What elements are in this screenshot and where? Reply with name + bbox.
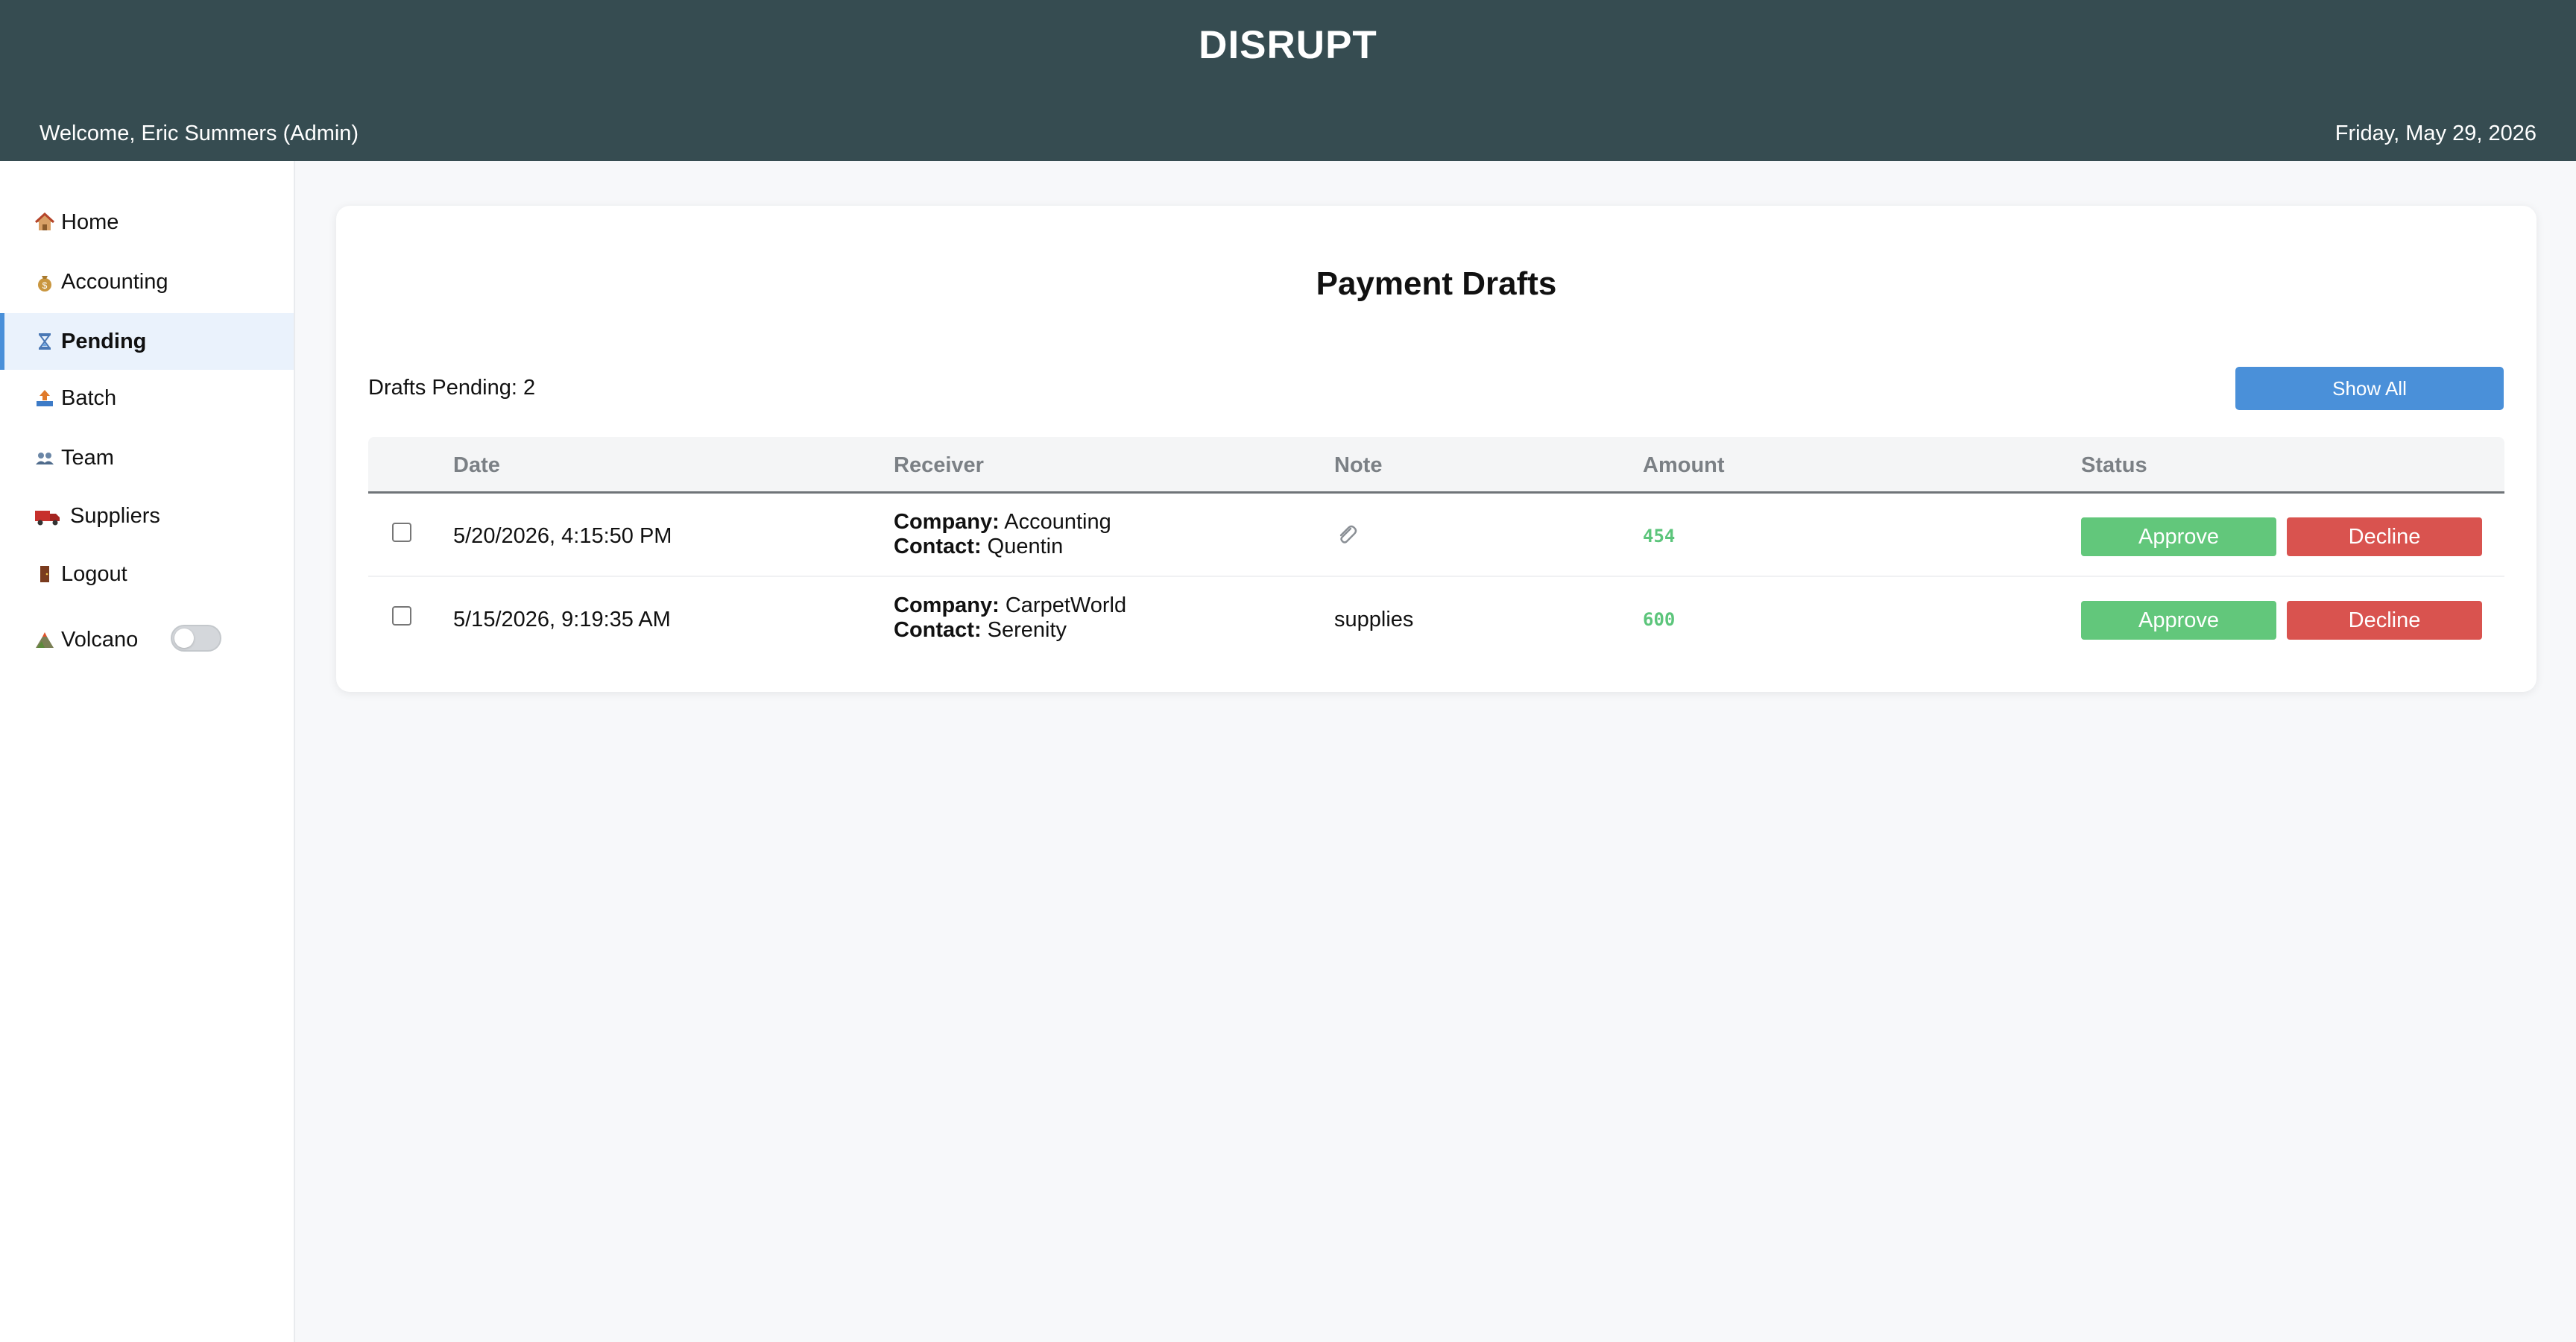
money-bag-icon: $ — [33, 270, 57, 294]
column-header-status: Status — [2081, 453, 2147, 477]
company-label: Company: — [894, 593, 1000, 617]
column-header-receiver: Receiver — [894, 453, 984, 477]
upload-tray-icon — [33, 386, 57, 410]
table-row: 5/20/2026, 4:15:50 PM Company: Accountin… — [368, 495, 2504, 577]
app-brand: DISRUPT — [1199, 23, 1377, 67]
sidebar-item-label: Home — [61, 210, 119, 234]
row-date: 5/15/2026, 9:19:35 AM — [453, 608, 671, 631]
sidebar-item-label: Suppliers — [70, 503, 160, 528]
sidebar-item-volcano: Volcano — [0, 611, 294, 668]
approve-button[interactable]: Approve — [2081, 601, 2276, 640]
sidebar-item-label: Team — [61, 445, 114, 470]
contact-value: Serenity — [987, 618, 1067, 642]
contact-value: Quentin — [987, 535, 1064, 558]
volcano-toggle[interactable] — [171, 625, 221, 652]
sidebar-item-team[interactable]: Team — [0, 429, 294, 486]
row-receiver: Company: Accounting Contact: Quentin — [894, 510, 1111, 559]
row-amount: 600 — [1643, 609, 1676, 630]
svg-text:$: $ — [42, 280, 48, 291]
approve-button[interactable]: Approve — [2081, 517, 2276, 556]
drafts-table: Date Receiver Note Amount Status 5/20/20… — [368, 437, 2504, 661]
column-header-note: Note — [1334, 453, 1383, 477]
sidebar-item-pending[interactable]: Pending — [0, 313, 294, 370]
column-header-amount: Amount — [1643, 453, 1725, 477]
sidebar-item-batch[interactable]: Batch — [0, 370, 294, 426]
paperclip-icon[interactable] — [1334, 522, 1361, 549]
sidebar-item-accounting[interactable]: $ Accounting — [0, 253, 294, 310]
sidebar-item-suppliers[interactable]: Suppliers — [0, 488, 294, 544]
row-date: 5/20/2026, 4:15:50 PM — [453, 524, 672, 548]
sidebar-item-label: Accounting — [61, 269, 168, 294]
drafts-pending-count: Drafts Pending: 2 — [368, 376, 536, 400]
toggle-knob — [174, 629, 194, 648]
show-all-button[interactable]: Show All — [2235, 367, 2504, 410]
row-note: supplies — [1334, 608, 1414, 631]
row-receiver: Company: CarpetWorld Contact: Serenity — [894, 593, 1126, 643]
sidebar-item-home[interactable]: Home — [0, 194, 294, 251]
sidebar-item-label: Volcano — [61, 627, 139, 652]
sidebar-item-label: Batch — [61, 385, 117, 410]
company-value: CarpetWorld — [1005, 593, 1127, 617]
sidebar-item-label: Logout — [61, 561, 127, 586]
row-amount: 454 — [1643, 526, 1676, 546]
top-header: DISRUPT Welcome, Eric Summers (Admin) Fr… — [0, 0, 2576, 161]
sidebar-item-label: Pending — [61, 329, 147, 353]
contact-label: Contact: — [894, 618, 982, 642]
table-header: Date Receiver Note Amount Status — [368, 437, 2504, 494]
welcome-message: Welcome, Eric Summers (Admin) — [40, 122, 359, 145]
column-header-date: Date — [453, 453, 500, 477]
current-date: Friday, May 29, 2026 — [2334, 122, 2536, 145]
contact-label: Contact: — [894, 535, 982, 558]
truck-icon — [33, 504, 63, 528]
page-title: Payment Drafts — [1316, 265, 1557, 302]
sidebar: Home $ Accounting Pending Batch Team Sup… — [0, 161, 295, 1342]
payment-drafts-card: Payment Drafts Drafts Pending: 2 Show Al… — [336, 206, 2536, 692]
sidebar-item-logout[interactable]: Logout — [0, 546, 294, 602]
decline-button[interactable]: Decline — [2287, 601, 2482, 640]
people-icon — [33, 446, 57, 470]
decline-button[interactable]: Decline — [2287, 517, 2482, 556]
volcano-icon — [33, 628, 57, 652]
row-checkbox[interactable] — [392, 606, 411, 626]
door-icon — [33, 562, 57, 586]
hourglass-icon — [33, 330, 57, 353]
company-label: Company: — [894, 510, 1000, 534]
table-row: 5/15/2026, 9:19:35 AM Company: CarpetWor… — [368, 579, 2504, 661]
row-checkbox[interactable] — [392, 523, 411, 542]
company-value: Accounting — [1004, 510, 1111, 534]
house-icon — [33, 210, 57, 234]
